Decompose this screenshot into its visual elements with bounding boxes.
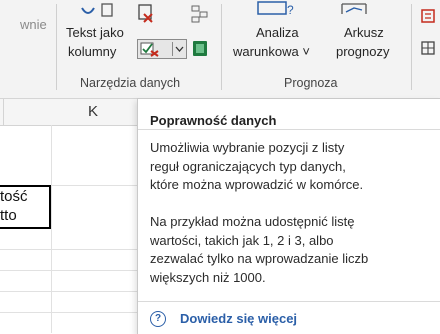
tooltip-example: Na przykład można udostępnić listę warto… bbox=[150, 214, 369, 285]
row-gridline bbox=[0, 249, 137, 250]
forecast-sheet-label-2[interactable]: prognozy bbox=[336, 44, 389, 59]
split-separator bbox=[172, 42, 173, 56]
row-gridline bbox=[0, 291, 137, 292]
help-icon[interactable]: ? bbox=[150, 311, 166, 327]
tooltip-divider bbox=[138, 129, 440, 130]
tooltip-description: Umożliwia wybranie pozycji z listy reguł… bbox=[150, 140, 364, 192]
tooltip-title: Poprawność danych bbox=[150, 113, 277, 128]
what-if-analysis-icon[interactable]: ? bbox=[256, 0, 296, 20]
tooltip-divider bbox=[138, 301, 440, 302]
col-gridline bbox=[51, 125, 52, 333]
consolidate-icon[interactable] bbox=[191, 4, 209, 24]
data-model-icon[interactable] bbox=[192, 40, 208, 57]
text-to-columns-label-1[interactable]: Tekst jako bbox=[66, 25, 124, 40]
data-tools-group-label: Narzędzia danych bbox=[80, 76, 181, 90]
data-validation-icon bbox=[140, 42, 159, 57]
flash-fill-icon[interactable] bbox=[76, 0, 116, 22]
data-validation-tooltip: Poprawność danych Umożliwia wybranie poz… bbox=[137, 98, 440, 334]
chevron-down-icon[interactable] bbox=[175, 46, 184, 52]
ribbon: wnie Tekst jako kolumny Narzędzia danych bbox=[0, 0, 440, 99]
column-divider bbox=[3, 99, 4, 125]
forecast-group-label: Prognoza bbox=[284, 76, 338, 90]
data-validation-button[interactable] bbox=[137, 39, 187, 59]
group-separator bbox=[411, 4, 412, 90]
remove-duplicates-icon[interactable] bbox=[138, 4, 156, 24]
ribbon-partial-label[interactable]: wnie bbox=[20, 17, 47, 32]
outline-ungroup-icon[interactable] bbox=[420, 40, 440, 58]
outline-group-icon[interactable] bbox=[420, 8, 440, 26]
forecast-sheet-icon[interactable] bbox=[340, 0, 370, 18]
learn-more-link[interactable]: Dowiedz się więcej bbox=[180, 311, 297, 326]
ribbon-separator bbox=[56, 4, 57, 90]
cell-text[interactable]: tto bbox=[0, 207, 17, 224]
row-gridline bbox=[0, 270, 137, 271]
cell-text[interactable]: tość bbox=[0, 188, 28, 205]
svg-text:?: ? bbox=[287, 3, 294, 17]
column-header-k[interactable]: K bbox=[88, 103, 98, 120]
what-if-label-1[interactable]: Analiza bbox=[256, 25, 299, 40]
text-to-columns-label-2[interactable]: kolumny bbox=[68, 44, 116, 59]
group-separator bbox=[221, 4, 222, 90]
forecast-sheet-label-1[interactable]: Arkusz bbox=[344, 25, 384, 40]
what-if-label-2[interactable]: warunkowa ˅ bbox=[233, 44, 310, 59]
row-gridline bbox=[0, 312, 137, 313]
